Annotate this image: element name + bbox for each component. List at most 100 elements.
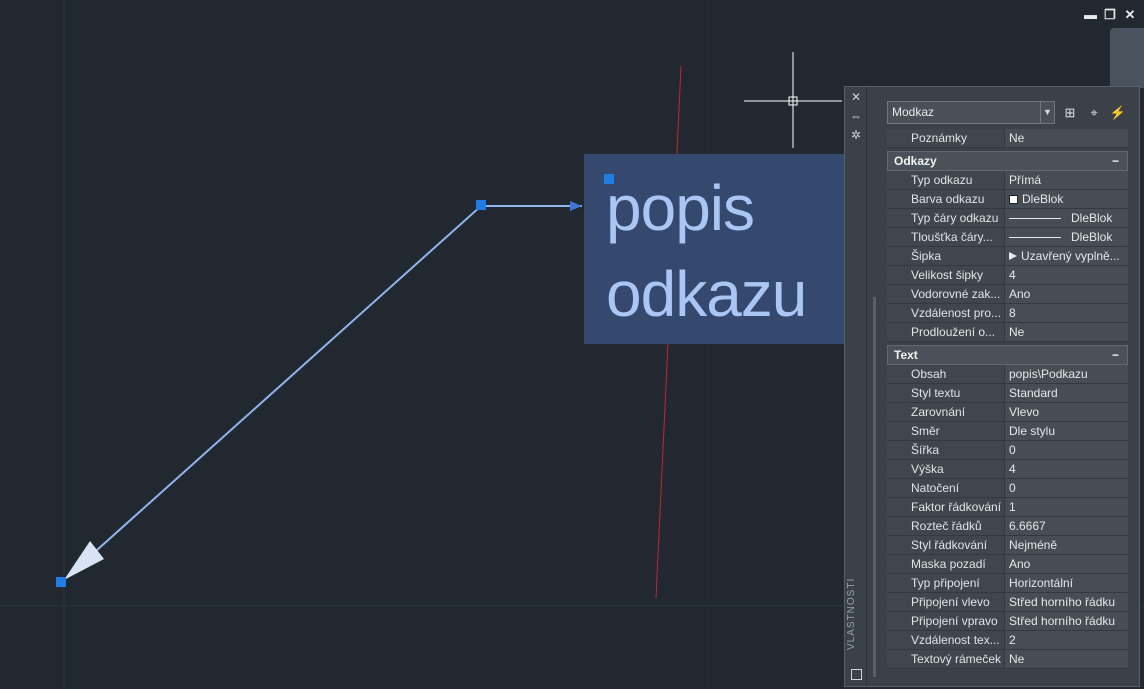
property-value-text: Uzavřený vyplně... xyxy=(1021,248,1120,263)
property-value-text: DleBlok xyxy=(1071,229,1113,244)
palette-scrollbar[interactable] xyxy=(873,297,876,677)
property-row[interactable]: Šířka 0 xyxy=(887,441,1128,460)
property-value[interactable]: 4 xyxy=(1004,266,1128,284)
object-type-value: Modkaz xyxy=(892,105,935,119)
section-header-odkazy[interactable]: Odkazy − xyxy=(887,151,1128,171)
mtext-line-2: odkazu xyxy=(606,258,807,330)
property-value[interactable]: Nejméně xyxy=(1004,536,1128,554)
property-label: Směr xyxy=(887,422,1004,440)
crosshair-cursor xyxy=(744,52,842,148)
property-row[interactable]: Styl řádkování Nejméně xyxy=(887,536,1128,555)
property-value[interactable]: 2 xyxy=(1004,631,1128,649)
palette-menu-icon[interactable] xyxy=(851,669,862,680)
property-row[interactable]: Velikost šipky 4 xyxy=(887,266,1128,285)
property-row[interactable]: Výška 4 xyxy=(887,460,1128,479)
property-row[interactable]: Vzdálenost pro... 8 xyxy=(887,304,1128,323)
object-type-select[interactable]: Modkaz ▼ xyxy=(887,101,1055,124)
property-value[interactable]: 4 xyxy=(1004,460,1128,478)
select-objects-icon[interactable]: ⊞ xyxy=(1061,104,1079,122)
property-value[interactable]: Uzavřený vyplně... xyxy=(1004,247,1128,265)
property-label: Výška xyxy=(887,460,1004,478)
property-label: Poznámky xyxy=(887,129,1004,147)
leader-line[interactable] xyxy=(67,205,482,577)
property-label: Typ čáry odkazu xyxy=(887,209,1004,227)
property-value[interactable]: 1 xyxy=(1004,498,1128,516)
property-row[interactable]: Obsah popis\Podkazu xyxy=(887,365,1128,384)
property-value[interactable]: Střed horního řádku xyxy=(1004,612,1128,630)
chevron-down-icon: ▼ xyxy=(1040,102,1054,123)
property-value[interactable]: popis\Podkazu xyxy=(1004,365,1128,383)
close-icon[interactable]: ✕ xyxy=(1124,8,1136,22)
palette-title-strip[interactable]: ✕ ⇔ ✲ VLASTNOSTI xyxy=(845,87,867,686)
property-row[interactable]: Barva odkazu DleBlok xyxy=(887,190,1128,209)
autohide-icon[interactable]: ⇔ xyxy=(850,110,862,122)
property-label: Maska pozadí xyxy=(887,555,1004,573)
property-value[interactable]: 0 xyxy=(1004,441,1128,459)
property-label: Šířka xyxy=(887,441,1004,459)
landing-grip-arrow[interactable] xyxy=(570,201,582,211)
viewcube[interactable] xyxy=(1110,28,1144,88)
property-value[interactable]: DleBlok xyxy=(1004,228,1128,246)
property-label: Zarovnání xyxy=(887,403,1004,421)
property-row[interactable]: Poznámky Ne xyxy=(887,129,1128,148)
property-value[interactable]: 0 xyxy=(1004,479,1128,497)
property-value[interactable]: Standard xyxy=(1004,384,1128,402)
pick-icon[interactable]: ⌖ xyxy=(1085,104,1103,122)
mtext-leader-content[interactable]: popis odkazu xyxy=(584,154,846,344)
property-row[interactable]: Směr Dle stylu xyxy=(887,422,1128,441)
property-value[interactable]: 8 xyxy=(1004,304,1128,322)
property-value[interactable]: Střed horního řádku xyxy=(1004,593,1128,611)
property-label: Šipka xyxy=(887,247,1004,265)
section-title: Text xyxy=(894,348,918,362)
property-value[interactable]: Vlevo xyxy=(1004,403,1128,421)
property-value[interactable]: Ne xyxy=(1004,129,1128,147)
property-row[interactable]: Vodorovné zak... Ano xyxy=(887,285,1128,304)
property-value[interactable]: 6.6667 xyxy=(1004,517,1128,535)
palette-title: VLASTNOSTI xyxy=(846,577,857,650)
property-row[interactable]: Šipka Uzavřený vyplně... xyxy=(887,247,1128,266)
property-value[interactable]: Ne xyxy=(1004,323,1128,341)
collapse-icon[interactable]: − xyxy=(1112,154,1119,168)
property-value[interactable]: Ne xyxy=(1004,650,1128,668)
quick-select-icon[interactable]: ⚡ xyxy=(1109,104,1127,122)
property-row[interactable]: Typ připojení Horizontální xyxy=(887,574,1128,593)
property-value[interactable]: Horizontální xyxy=(1004,574,1128,592)
property-row[interactable]: Styl textu Standard xyxy=(887,384,1128,403)
property-value[interactable]: Ano xyxy=(1004,555,1128,573)
property-value[interactable]: Dle stylu xyxy=(1004,422,1128,440)
palette-settings-icon[interactable]: ✲ xyxy=(850,129,862,141)
restore-icon[interactable]: ❐ xyxy=(1104,8,1116,22)
property-row[interactable]: Typ odkazu Přímá xyxy=(887,171,1128,190)
property-row[interactable]: Natočení 0 xyxy=(887,479,1128,498)
property-row[interactable]: Zarovnání Vlevo xyxy=(887,403,1128,422)
property-row[interactable]: Připojení vlevo Střed horního řádku xyxy=(887,593,1128,612)
minimize-icon[interactable]: ▬ xyxy=(1084,8,1097,22)
property-label: Vzdálenost tex... xyxy=(887,631,1004,649)
property-value[interactable]: DleBlok xyxy=(1004,209,1128,227)
property-grid: Poznámky Ne Odkazy − Typ odkazu Přímá Bar… xyxy=(887,129,1128,669)
property-row[interactable]: Připojení vpravo Střed horního řádku xyxy=(887,612,1128,631)
property-row[interactable]: Textový rámeček Ne xyxy=(887,650,1128,669)
property-row[interactable]: Vzdálenost tex... 2 xyxy=(887,631,1128,650)
property-label: Barva odkazu xyxy=(887,190,1004,208)
property-row[interactable]: Tloušťka čáry... DleBlok xyxy=(887,228,1128,247)
property-label: Prodloužení o... xyxy=(887,323,1004,341)
property-value[interactable]: Přímá xyxy=(1004,171,1128,189)
property-label: Tloušťka čáry... xyxy=(887,228,1004,246)
property-value[interactable]: Ano xyxy=(1004,285,1128,303)
palette-close-icon[interactable]: ✕ xyxy=(850,91,862,103)
property-row[interactable]: Prodloužení o... Ne xyxy=(887,323,1128,342)
property-row[interactable]: Faktor řádkování 1 xyxy=(887,498,1128,517)
property-value-text: DleBlok xyxy=(1022,191,1064,206)
section-title: Odkazy xyxy=(894,154,937,168)
section-header-text[interactable]: Text − xyxy=(887,345,1128,365)
leader-vertex-grip[interactable] xyxy=(476,200,486,210)
property-label: Typ odkazu xyxy=(887,171,1004,189)
property-value[interactable]: DleBlok xyxy=(1004,190,1128,208)
property-row[interactable]: Maska pozadí Ano xyxy=(887,555,1128,574)
property-label: Obsah xyxy=(887,365,1004,383)
property-row[interactable]: Typ čáry odkazu DleBlok xyxy=(887,209,1128,228)
arrow-grip[interactable] xyxy=(56,577,66,587)
collapse-icon[interactable]: − xyxy=(1112,348,1119,362)
property-row[interactable]: Rozteč řádků 6.6667 xyxy=(887,517,1128,536)
